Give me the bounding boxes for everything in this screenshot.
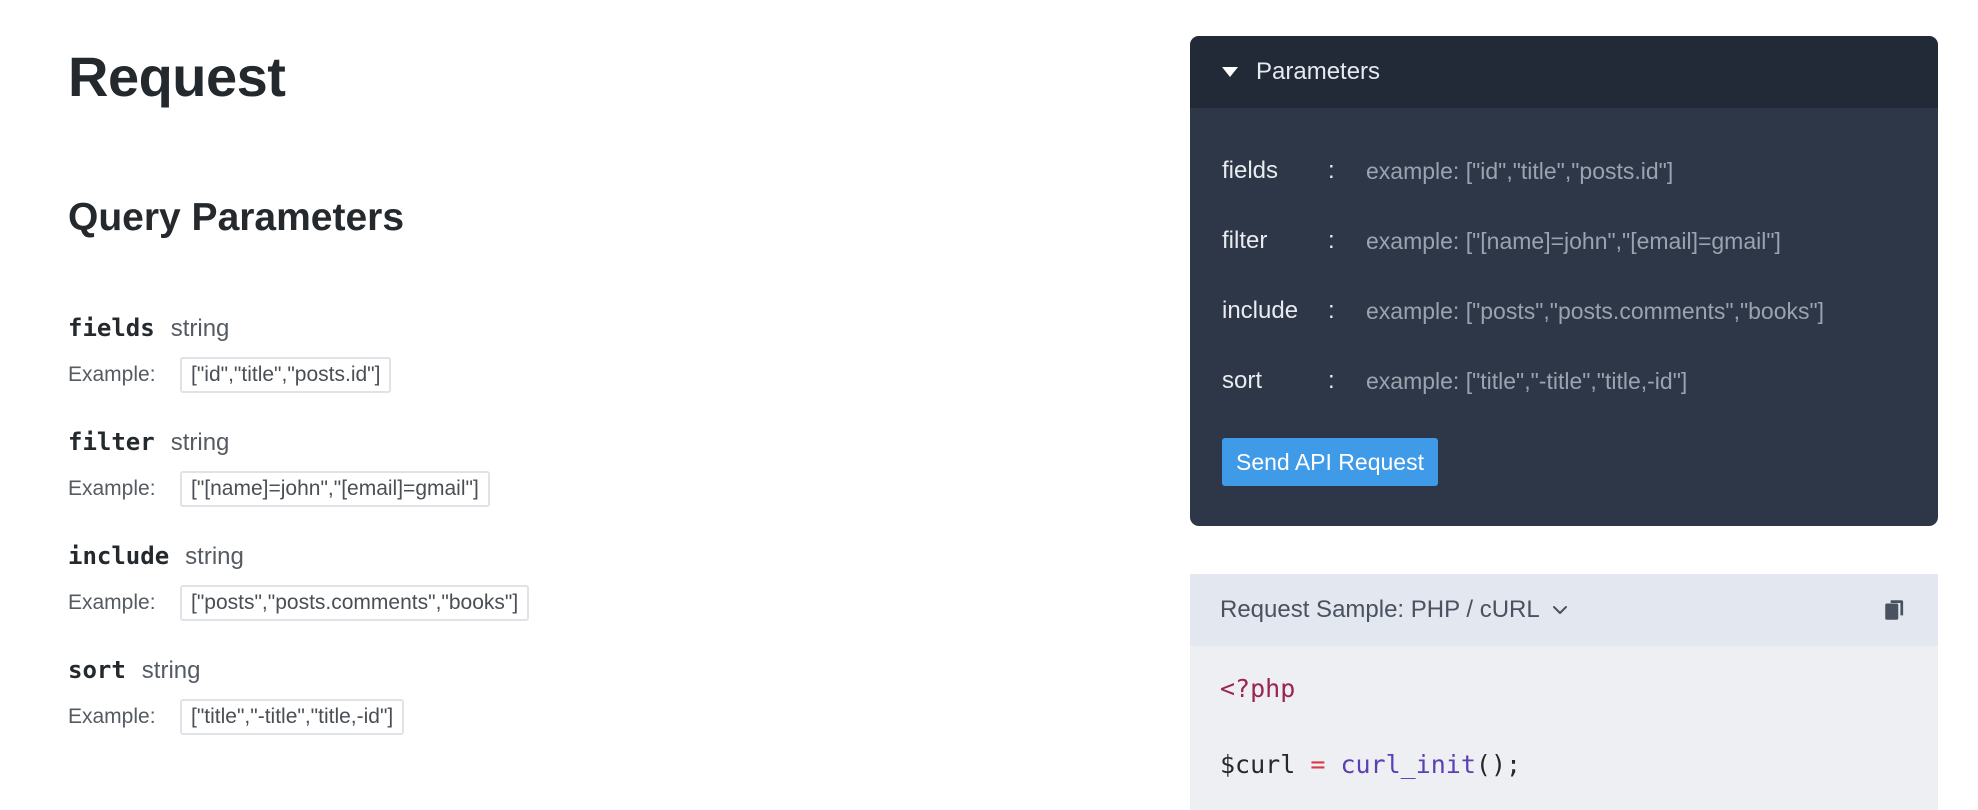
language-select-label: Request Sample: PHP / cURL [1220, 596, 1540, 623]
section-title: Query Parameters [68, 196, 405, 239]
code-token: <?php [1220, 674, 1296, 703]
request-sample-header: Request Sample: PHP / cURL [1190, 574, 1938, 646]
example-value: ["[name]=john","[email]=gmail"] [180, 471, 490, 507]
field-label: filter [1222, 227, 1268, 254]
field-row-filter: filter : [1222, 206, 1906, 276]
param-name: include [68, 542, 170, 570]
field-row-sort: sort : [1222, 346, 1906, 416]
example-value: ["posts","posts.comments","books"] [180, 585, 530, 621]
example-label: Example: [68, 591, 156, 614]
example-value: ["title","-title","title,-id"] [180, 699, 405, 735]
parameters-form: fields : filter : include : sort : Send … [1190, 108, 1938, 486]
page: Request Query Parameters fields string E… [0, 0, 1978, 810]
language-select[interactable]: Request Sample: PHP / cURL [1220, 596, 1568, 624]
field-colon: : [1328, 157, 1335, 184]
request-sample: Request Sample: PHP / cURL <?php $curl =… [1190, 574, 1938, 810]
example-label: Example: [68, 705, 156, 728]
parameters-panel-toggle[interactable]: Parameters [1190, 36, 1938, 108]
field-label: fields [1222, 157, 1279, 184]
code-token: (); [1475, 750, 1522, 779]
code-token: curl_init [1340, 750, 1476, 779]
field-colon: : [1328, 297, 1335, 324]
code-line: <?php [1220, 670, 1908, 708]
parameters-panel: Parameters fields : filter : include : s… [1190, 36, 1938, 526]
field-row-include: include : [1222, 276, 1906, 346]
param-type: string [141, 657, 201, 684]
fields-input[interactable] [1366, 157, 1906, 185]
example-value: ["id","title","posts.id"] [180, 357, 392, 393]
caret-down-icon [1222, 67, 1238, 77]
page-title: Request [68, 45, 286, 108]
param-name: filter [68, 428, 155, 456]
param-type: string [185, 543, 244, 570]
include-input[interactable] [1366, 297, 1906, 325]
param-name: fields [68, 314, 155, 342]
field-label: sort [1222, 367, 1263, 394]
copy-icon[interactable] [1882, 597, 1908, 623]
sort-input[interactable] [1366, 367, 1906, 395]
param-type: string [170, 315, 230, 342]
example-label: Example: [68, 477, 156, 500]
code-token: = [1310, 750, 1326, 779]
field-colon: : [1328, 227, 1335, 254]
param-sort: sort string Example: ["title","-title","… [68, 656, 968, 735]
send-api-request-button[interactable]: Send API Request [1222, 438, 1438, 486]
code-token: $curl [1220, 750, 1311, 779]
param-fields: fields string Example: ["id","title","po… [68, 314, 968, 393]
param-name: sort [68, 656, 126, 684]
filter-input[interactable] [1366, 227, 1906, 255]
example-label: Example: [68, 363, 156, 386]
param-include: include string Example: ["posts","posts.… [68, 542, 968, 621]
code-line: $curl = curl_init(); [1220, 746, 1908, 784]
parameters-panel-title: Parameters [1256, 58, 1381, 85]
field-label: include [1222, 297, 1299, 324]
field-colon: : [1328, 367, 1335, 394]
code-block: <?php $curl = curl_init(); [1190, 646, 1938, 784]
param-type: string [170, 429, 230, 456]
chevron-down-icon [1552, 606, 1567, 614]
param-filter: filter string Example: ["[name]=john","[… [68, 428, 968, 507]
field-row-fields: fields : [1222, 136, 1906, 206]
